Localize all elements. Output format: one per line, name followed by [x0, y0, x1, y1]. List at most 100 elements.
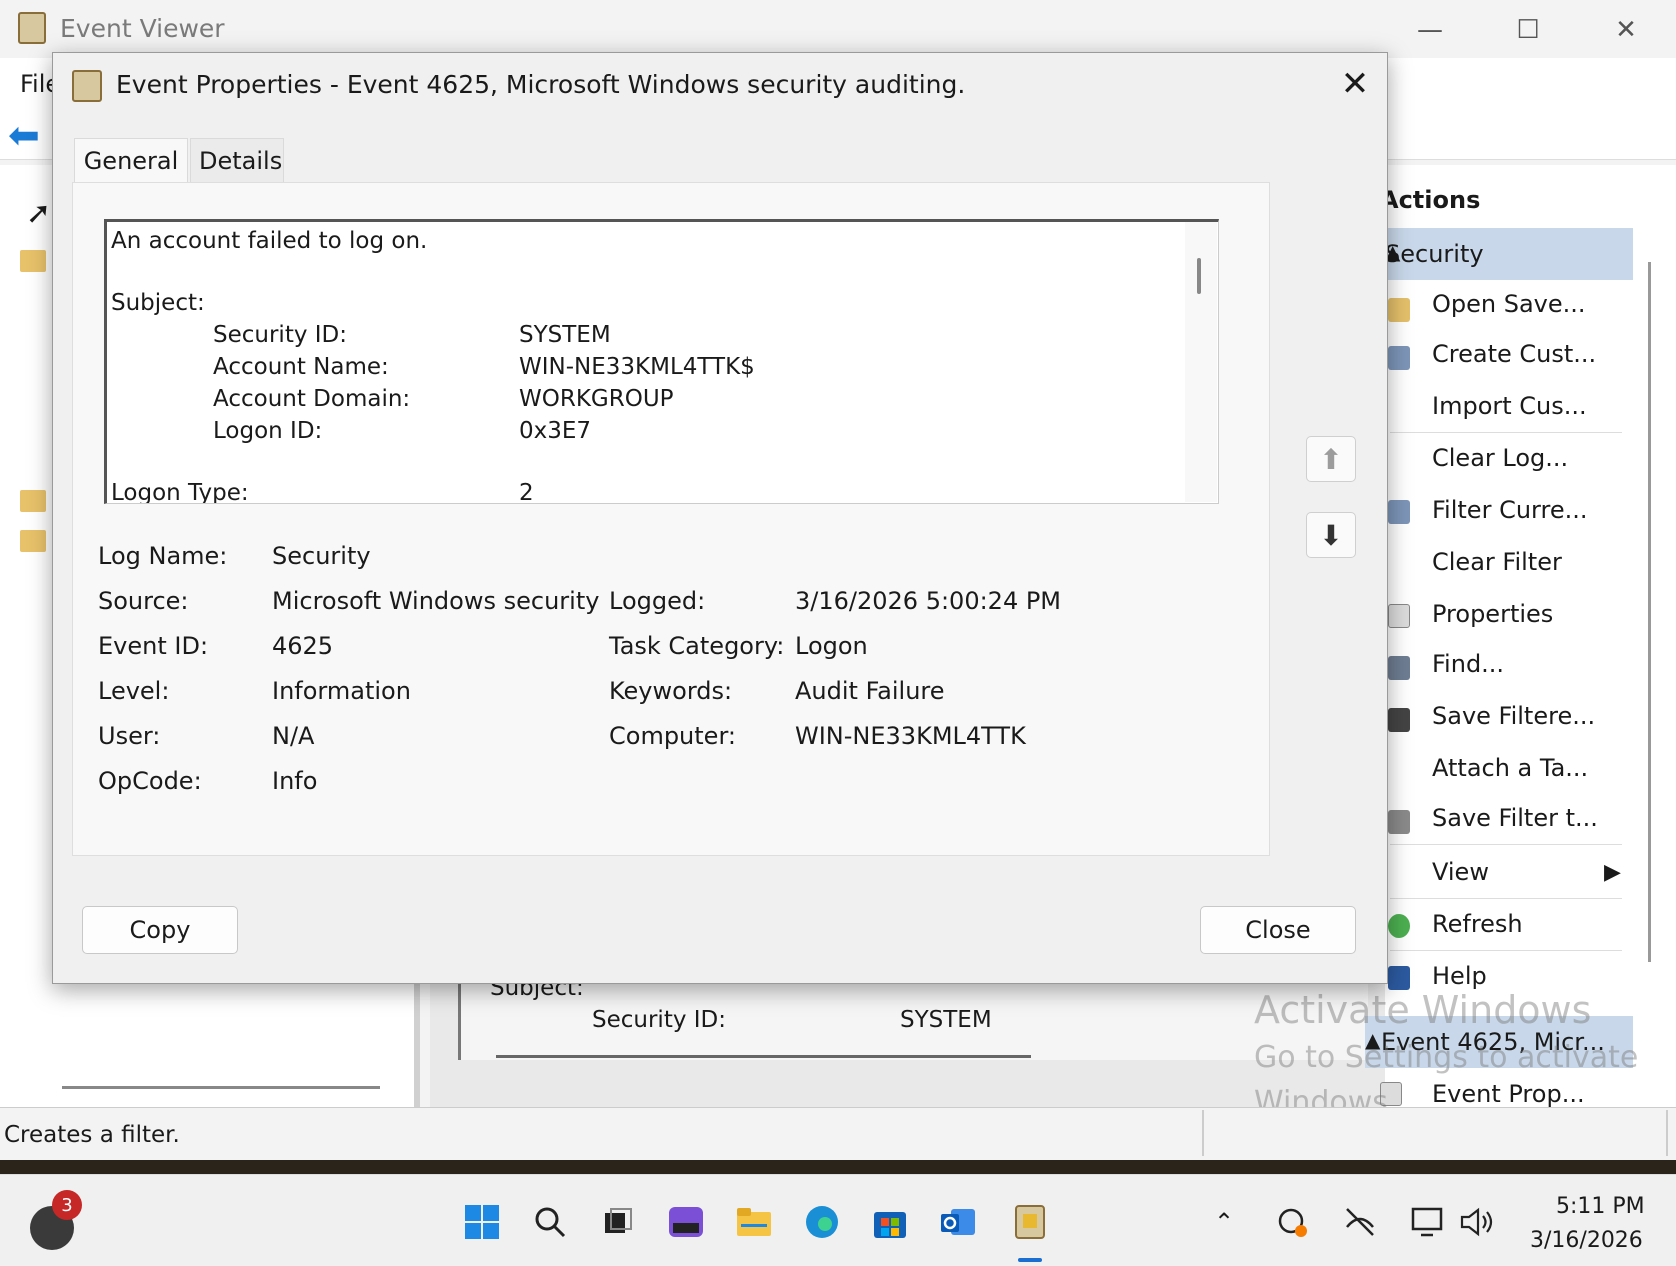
collapse-up-icon[interactable]: ▲ [1385, 240, 1613, 264]
start-icon[interactable] [462, 1202, 502, 1242]
action-filter-current[interactable]: Filter Curre... [1432, 496, 1587, 524]
dialog-title: Event Properties - Event 4625, Microsoft… [116, 70, 966, 99]
left-pane-scrollbar[interactable] [62, 1086, 380, 1089]
arrow-up-icon: ⬆ [1319, 442, 1343, 476]
action-import-custom[interactable]: Import Cus... [1432, 392, 1587, 420]
event-id-label: Event ID: [98, 632, 209, 660]
find-icon [1388, 656, 1410, 680]
help-icon [1388, 966, 1410, 990]
keywords-label: Keywords: [609, 677, 733, 705]
source-label: Source: [98, 587, 189, 615]
action-properties[interactable]: Properties [1432, 600, 1553, 628]
notification-badge: 3 [52, 1190, 82, 1220]
network-disconnected-icon[interactable] [1340, 1202, 1380, 1242]
field-label: Logon ID: [213, 418, 323, 444]
event-id-value: 4625 [272, 632, 334, 660]
chevron-up-icon[interactable]: ⌃ [1204, 1202, 1244, 1242]
action-create-custom[interactable]: Create Cust... [1432, 340, 1596, 368]
status-divider [1666, 1110, 1668, 1156]
clock-date[interactable]: 3/16/2026 [1530, 1228, 1643, 1253]
actions-section-security[interactable]: Security ▲ [1385, 228, 1633, 280]
display-icon[interactable] [1408, 1202, 1448, 1242]
folder-icon [20, 530, 46, 552]
action-refresh[interactable]: Refresh [1432, 910, 1523, 938]
source-value: Microsoft Windows security [272, 587, 600, 615]
submenu-arrow-icon: ▶ [1604, 860, 1621, 885]
status-text: Creates a filter. [4, 1122, 180, 1148]
field-value: SYSTEM [519, 322, 611, 348]
activation-watermark-title: Activate Windows [1254, 988, 1592, 1032]
description-scrollbar-thumb[interactable] [1197, 258, 1201, 294]
event-description-box[interactable]: An account failed to log on. Subject: Se… [104, 219, 1219, 504]
event-viewer-icon [72, 70, 102, 102]
computer-value: WIN-NE33KML4TTK [795, 722, 1026, 750]
mouse-cursor-icon: ➚ [26, 196, 52, 231]
field-label: Security ID: [213, 322, 348, 348]
action-attach-task[interactable]: Attach a Ta... [1432, 754, 1588, 782]
edge-browser-icon[interactable] [802, 1202, 842, 1242]
actions-separator [1390, 950, 1622, 951]
task-category-label: Task Category: [609, 632, 785, 660]
preview-security-id-value: SYSTEM [900, 1007, 992, 1033]
level-value: Information [272, 677, 411, 705]
maximize-button[interactable]: ☐ [1496, 8, 1560, 52]
field-label: Account Domain: [213, 386, 411, 412]
copy-button[interactable]: Copy [82, 906, 238, 954]
task-view-icon[interactable] [598, 1202, 638, 1242]
description-scrollbar-track [1185, 222, 1217, 502]
folder-icon [20, 250, 46, 272]
window-close-button[interactable]: ✕ [1594, 8, 1658, 52]
file-explorer-icon[interactable] [734, 1202, 774, 1242]
opcode-value: Info [272, 767, 318, 795]
filter-icon [1388, 500, 1410, 524]
action-view[interactable]: View [1432, 858, 1489, 886]
logon-type-label: Logon Type: [111, 480, 249, 504]
action-clear-filter[interactable]: Clear Filter [1432, 548, 1562, 576]
previous-event-button[interactable]: ⬆ [1306, 436, 1356, 482]
action-find[interactable]: Find... [1432, 650, 1504, 678]
action-save-filtered[interactable]: Save Filtere... [1432, 702, 1595, 730]
open-log-icon [1388, 298, 1410, 322]
tab-general[interactable]: General [74, 138, 188, 182]
field-label: Account Name: [213, 354, 389, 380]
action-help[interactable]: Help [1432, 962, 1487, 990]
task-category-value: Logon [795, 632, 868, 660]
level-label: Level: [98, 677, 170, 705]
close-button[interactable]: Close [1200, 906, 1356, 954]
logged-label: Logged: [609, 587, 706, 615]
action-clear-log[interactable]: Clear Log... [1432, 444, 1568, 472]
description-subject-label: Subject: [111, 290, 205, 316]
logon-type-value: 2 [519, 480, 534, 504]
action-event-properties[interactable]: Event Prop... [1432, 1080, 1585, 1108]
arrow-down-icon: ⬇ [1319, 518, 1343, 552]
opcode-label: OpCode: [98, 767, 202, 795]
user-label: User: [98, 722, 161, 750]
sync-icon[interactable] [1272, 1202, 1312, 1242]
field-value: WIN-NE33KML4TTK$ [519, 354, 755, 380]
dialog-close-icon[interactable]: ✕ [1330, 62, 1380, 106]
next-event-button[interactable]: ⬇ [1306, 512, 1356, 558]
outlook-icon[interactable] [938, 1202, 978, 1242]
back-arrow-icon[interactable]: ⬅ [8, 116, 40, 154]
event-viewer-title: Event Viewer [60, 14, 225, 43]
microsoft-store-icon[interactable] [870, 1202, 910, 1242]
action-open-saved[interactable]: Open Save... [1432, 290, 1586, 318]
volume-icon[interactable] [1458, 1202, 1498, 1242]
search-icon[interactable] [530, 1202, 570, 1242]
actions-scrollbar[interactable] [1648, 262, 1651, 962]
save-icon [1388, 708, 1410, 732]
preview-security-id-label: Security ID: [592, 1007, 727, 1033]
actions-separator [1390, 432, 1622, 433]
event-viewer-taskbar-icon[interactable] [1010, 1202, 1050, 1242]
properties-icon [1388, 604, 1410, 628]
preview-scrollbar[interactable] [496, 1055, 1031, 1058]
action-save-filter-to[interactable]: Save Filter t... [1432, 804, 1598, 832]
widgets-icon[interactable] [666, 1202, 706, 1242]
minimize-button[interactable]: — [1398, 8, 1462, 52]
tab-details[interactable]: Details [190, 138, 284, 182]
field-value: 0x3E7 [519, 418, 592, 444]
clock-time[interactable]: 5:11 PM [1556, 1194, 1645, 1219]
keywords-value: Audit Failure [795, 677, 945, 705]
logged-value: 3/16/2026 5:00:24 PM [795, 587, 1062, 615]
refresh-icon [1388, 914, 1410, 938]
